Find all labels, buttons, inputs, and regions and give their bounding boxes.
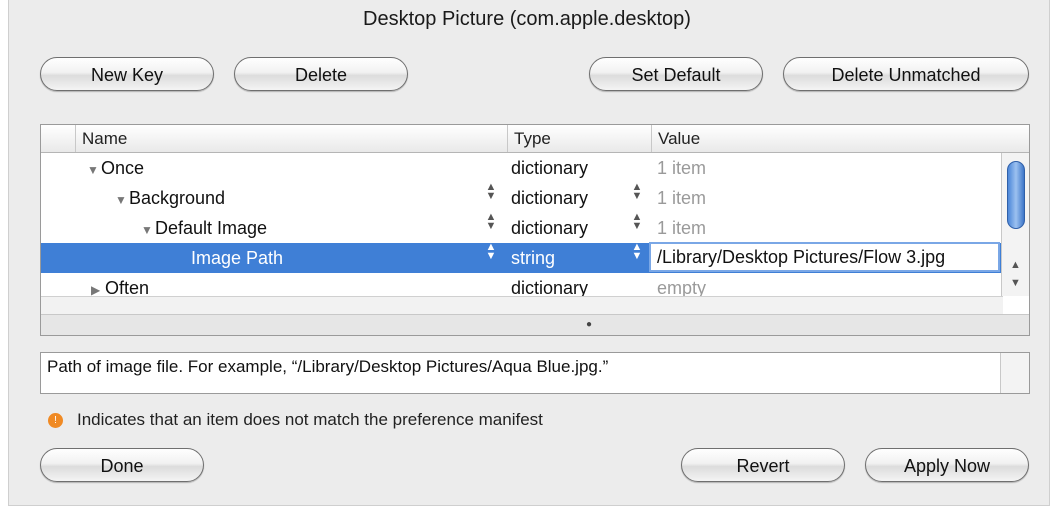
column-header-name[interactable]: Name <box>75 125 507 152</box>
up-down-stepper-icon[interactable]: ▲ ▼ <box>485 242 497 273</box>
done-button[interactable]: Done <box>40 448 204 482</box>
row-value: 1 item <box>657 218 707 238</box>
window-title: Desktop Picture (com.apple.desktop) <box>363 8 691 30</box>
preferences-outline-table: Name Type Value ▼ Once dictionary 1 item … <box>40 124 1030 336</box>
row-value: 1 item <box>657 158 707 178</box>
scroll-down-arrow-icon[interactable]: ▼ <box>1010 277 1021 289</box>
apply-now-button[interactable]: Apply Now <box>865 448 1029 482</box>
triangle-down-icon[interactable]: ▼ <box>141 215 155 245</box>
manifest-note-text: Indicates that an item does not match th… <box>77 410 543 429</box>
scroll-up-arrow-icon[interactable]: ▲ <box>1010 259 1021 271</box>
row-name: Background <box>129 188 226 208</box>
row-type: string <box>511 248 556 268</box>
row-type: dictionary <box>511 218 589 238</box>
description-text: Path of image file. For example, “/Libra… <box>47 357 609 376</box>
up-down-stepper-icon[interactable]: ▲ ▼ <box>631 182 643 213</box>
up-down-stepper-icon[interactable]: ▲ ▼ <box>485 212 497 243</box>
table-row[interactable]: ▼ Once dictionary 1 item <box>41 153 1001 183</box>
up-down-stepper-icon[interactable]: ▲ ▼ <box>631 242 643 273</box>
up-down-stepper-icon[interactable]: ▲ ▼ <box>485 182 497 213</box>
row-name: Image Path <box>191 248 284 268</box>
delete-button[interactable]: Delete <box>234 57 408 91</box>
manifest-note: ! Indicates that an item does not match t… <box>48 410 543 430</box>
delete-unmatched-button[interactable]: Delete Unmatched <box>783 57 1029 91</box>
table-row[interactable]: ▼ Background ▲ ▼ dictionary ▲ ▼ 1 item <box>41 182 1001 215</box>
split-view-divider[interactable]: ● <box>41 314 1029 335</box>
description-field: Path of image file. For example, “/Libra… <box>40 352 1030 394</box>
revert-button[interactable]: Revert <box>681 448 845 482</box>
triangle-down-icon[interactable]: ▼ <box>115 185 129 215</box>
row-name: Once <box>101 158 145 178</box>
horizontal-scrollbar[interactable] <box>41 296 1003 314</box>
divider-grip-icon[interactable]: ● <box>586 319 592 330</box>
column-header-type[interactable]: Type <box>507 125 651 152</box>
table-header: Name Type Value <box>41 125 1029 153</box>
vertical-scrollbar[interactable]: ▲ ▼ <box>1001 153 1029 296</box>
row-name: Default Image <box>155 218 268 238</box>
new-key-button[interactable]: New Key <box>40 57 214 91</box>
scrollbar-thumb[interactable] <box>1007 161 1025 229</box>
row-type: dictionary <box>511 158 589 178</box>
description-scrollbar[interactable] <box>1000 353 1029 393</box>
set-default-button[interactable]: Set Default <box>589 57 763 91</box>
warning-icon: ! <box>48 413 63 429</box>
triangle-down-icon[interactable]: ▼ <box>87 155 101 185</box>
table-row[interactable]: ▼ Default Image ▲ ▼ dictionary ▲ ▼ 1 item <box>41 212 1001 245</box>
column-header-value[interactable]: Value <box>651 125 1001 152</box>
up-down-stepper-icon[interactable]: ▲ ▼ <box>631 212 643 243</box>
row-type: dictionary <box>511 188 589 208</box>
row-name: Often <box>105 278 150 298</box>
value-edit-field[interactable]: /Library/Desktop Pictures/Flow 3.jpg <box>649 242 1000 272</box>
table-row-selected[interactable]: Image Path ▲ ▼ string ▲ ▼ /Library/Desktop… <box>41 242 1001 273</box>
row-value: 1 item <box>657 188 707 208</box>
